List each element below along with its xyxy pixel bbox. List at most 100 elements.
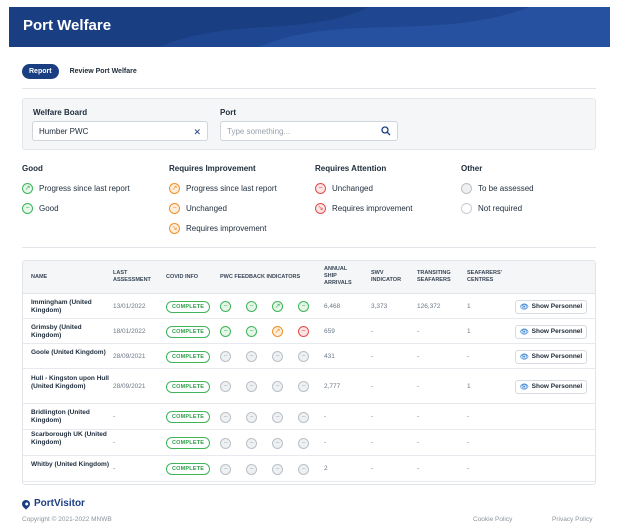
other-assess-icon: − — [272, 411, 283, 423]
col-name: Name — [31, 274, 48, 280]
transiting-seafarers: - — [417, 382, 420, 390]
port-name: Bridlington (United Kingdom) — [31, 409, 90, 424]
transiting-seafarers: - — [417, 465, 420, 472]
attention-unchanged-icon: − — [315, 182, 326, 194]
attention-required-icon: ↘ — [315, 202, 326, 214]
table-row: Whitby (United Kingdom) - COMPLETE − − − −2- - - — [23, 456, 595, 482]
port-name: Whitby (United Kingdom) — [31, 461, 109, 468]
filter-panel: Welfare Board Humber PWC ✕ Port Type som… — [22, 98, 596, 150]
last-assessment: 18/01/2022 — [113, 327, 146, 335]
other-assess-icon: − — [298, 411, 309, 423]
legend-item: ↘ Requires improvement — [169, 222, 277, 234]
good-icon: − — [246, 326, 257, 337]
seafarers-centres: 1 — [467, 382, 471, 390]
other-assess-icon: − — [246, 381, 257, 392]
legend-title: Requires Attention — [315, 164, 387, 173]
col-transiting-seafarers: Transiting Seafarers — [417, 270, 451, 283]
legend-label: Requires improvement — [332, 203, 413, 213]
show-personnel-button[interactable]: 👁 Show Personnel — [515, 349, 587, 364]
other-assess-icon: − — [246, 463, 257, 475]
divider — [22, 247, 596, 248]
port-name: Scarborough UK (United Kingdom) — [31, 431, 107, 446]
other-assess-icon: − — [272, 437, 283, 449]
port-name: Goole (United Kingdom) — [31, 348, 106, 356]
other-assess-icon: − — [246, 411, 257, 423]
legend-good: Good ↗ Progress since last report − Good — [22, 164, 130, 222]
show-personnel-label: Show Personnel — [531, 303, 583, 310]
show-personnel-button[interactable]: 👁 Show Personnel — [515, 299, 587, 314]
legend-item: To be assessed — [461, 182, 534, 194]
show-personnel-label: Show Personnel — [531, 328, 583, 335]
table-row: Hull - Kingston upon Hull (United Kingdo… — [23, 369, 595, 404]
port-name: Hull - Kingston upon Hull (United Kingdo… — [31, 374, 109, 390]
portvisitor-logo[interactable]: PortVisitor — [20, 497, 85, 510]
annual-ship-arrivals: 2,777 — [324, 382, 341, 390]
other-assess-icon: − — [298, 437, 309, 449]
search-icon[interactable] — [381, 126, 391, 138]
legend-label: Progress since last report — [186, 183, 277, 193]
legend-requires-improvement: Requires Improvement ↗ Progress since las… — [169, 164, 277, 242]
covid-complete-badge: COMPLETE — [166, 411, 211, 423]
legend-title: Requires Improvement — [169, 164, 256, 173]
other-assess-icon: − — [220, 463, 231, 475]
annual-ship-arrivals: 6,468 — [324, 302, 341, 310]
welfare-board-label: Welfare Board — [33, 108, 88, 117]
good-icon: − — [246, 301, 257, 312]
clear-icon[interactable]: ✕ — [193, 127, 201, 138]
copyright: Copyright © 2021-2022 MNWB — [22, 516, 112, 523]
table-row: Bridlington (United Kingdom) - COMPLETE − − −… — [23, 404, 595, 430]
other-assess-icon: − — [246, 437, 257, 449]
seafarers-centres: - — [467, 439, 470, 446]
other-assess-icon: − — [220, 351, 231, 362]
tab-bar: Report Review Port Welfare — [22, 64, 144, 79]
legend-label: Unchanged — [186, 203, 227, 213]
transiting-seafarers: - — [417, 352, 420, 360]
page-title: Port Welfare — [23, 17, 112, 34]
privacy-policy-link[interactable]: Privacy Policy — [552, 516, 592, 523]
location-pin-icon — [20, 497, 32, 510]
col-annual-ship-arrivals: Annual Ship Arrivals — [324, 266, 352, 286]
good-icon: − — [22, 202, 33, 214]
covid-complete-badge: COMPLETE — [166, 300, 211, 313]
brand-name: PortVisitor — [34, 498, 85, 509]
col-seafarers-centres: Seafarers' Centres — [467, 270, 502, 283]
legend-label: Progress since last report — [39, 183, 130, 193]
seafarers-centres: - — [467, 465, 470, 472]
page-header: Port Welfare — [9, 7, 610, 47]
legend-label: To be assessed — [478, 183, 534, 193]
legend-item: − Good — [22, 202, 130, 214]
legend-requires-attention: Requires Attention − Unchanged ↘ Requires … — [315, 164, 412, 222]
port-search-input[interactable]: Type something... — [220, 121, 398, 141]
covid-complete-badge: COMPLETE — [166, 437, 211, 449]
welfare-board-select[interactable]: Humber PWC ✕ — [32, 121, 208, 141]
tab-review-port-welfare[interactable]: Review Port Welfare — [63, 64, 144, 79]
covid-complete-badge: COMPLETE — [166, 380, 211, 393]
last-assessment: 13/01/2022 — [113, 302, 146, 310]
table-row: Scarborough UK (United Kingdom) - COMPLETE… — [23, 430, 595, 456]
tab-report[interactable]: Report — [22, 64, 59, 79]
show-personnel-button[interactable]: 👁 Show Personnel — [515, 379, 587, 394]
transiting-seafarers: - — [417, 413, 420, 420]
other-assess-icon: − — [220, 411, 231, 423]
improve-required-icon: ↘ — [169, 222, 180, 234]
legend-other: Other To be assessed Not required — [461, 164, 534, 222]
legend-label: Requires improvement — [186, 223, 267, 233]
seafarers-centres: 1 — [467, 302, 471, 310]
good-icon: − — [220, 301, 231, 312]
col-covid-info: Covid Info — [166, 274, 199, 280]
show-personnel-button[interactable]: 👁 Show Personnel — [515, 324, 587, 339]
table-row: Immingham (United Kingdom) 13/01/2022 COMP… — [23, 294, 595, 319]
divider — [22, 88, 596, 89]
transiting-seafarers: - — [417, 327, 420, 335]
other-assess-icon: − — [298, 381, 309, 392]
good-icon: − — [298, 301, 309, 312]
port-name: Grimsby (United Kingdom) — [31, 323, 82, 339]
covid-complete-badge: COMPLETE — [166, 325, 211, 338]
eye-icon: 👁 — [519, 383, 529, 391]
last-assessment: 28/09/2021 — [113, 352, 146, 360]
cookie-policy-link[interactable]: Cookie Policy — [473, 516, 512, 523]
last-assessment: - — [113, 439, 116, 446]
show-personnel-label: Show Personnel — [531, 353, 583, 360]
col-swv-indicator: SWV Indicator — [371, 270, 402, 283]
welfare-board-value: Humber PWC — [39, 127, 89, 136]
